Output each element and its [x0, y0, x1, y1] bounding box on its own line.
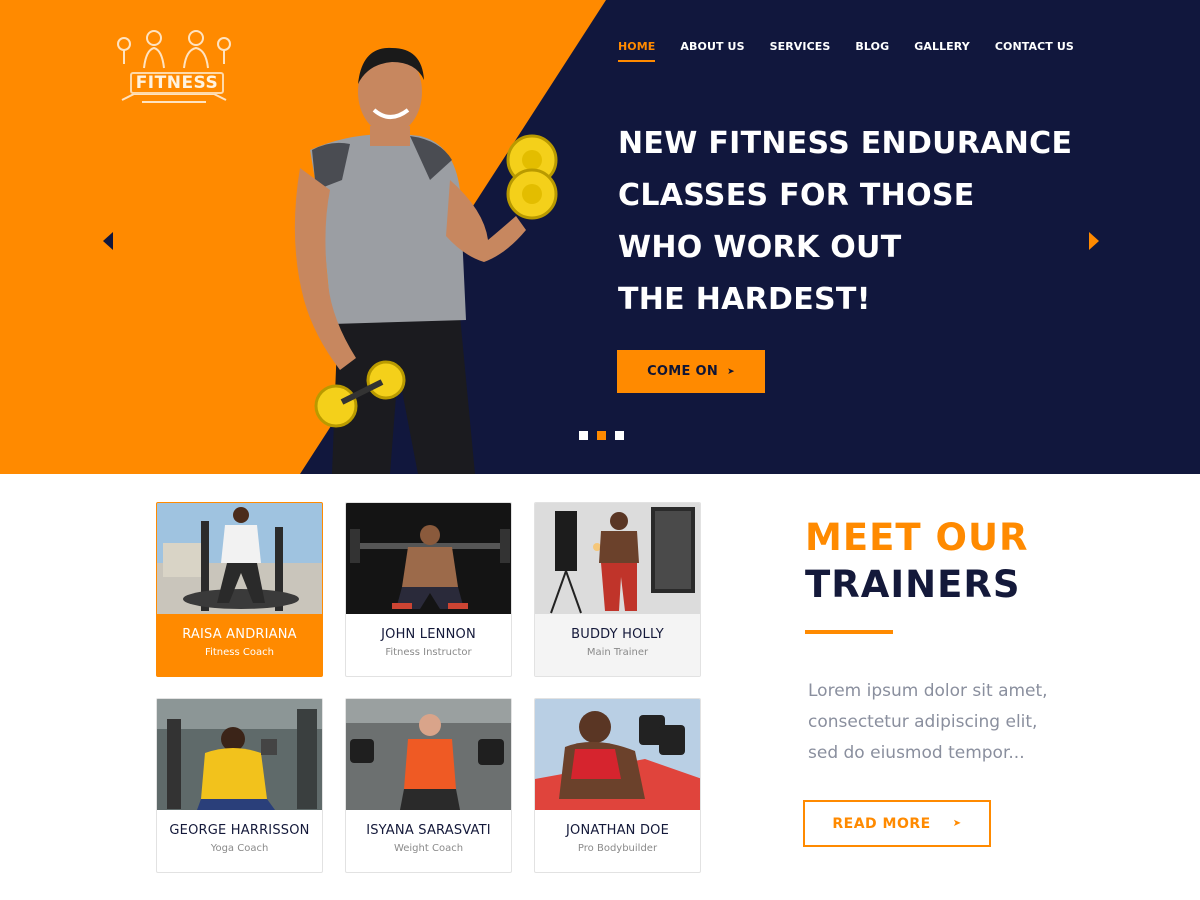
hero-headline-line: THE HARDEST!: [618, 282, 871, 317]
slider-dot-1[interactable]: [579, 431, 588, 440]
nav-contact-us[interactable]: CONTACT US: [995, 40, 1074, 62]
trainer-photo: [535, 699, 700, 810]
hero-headline: NEW FITNESS ENDURANCE CLASSES FOR THOSE …: [618, 118, 1178, 326]
trainer-name: GEORGE HARRISSON: [169, 823, 310, 838]
trainer-role: Fitness Coach: [205, 647, 274, 658]
trainer-role: Fitness Instructor: [385, 647, 472, 658]
section-description-line: Lorem ipsum dolor sit amet,: [808, 681, 1048, 701]
slider-next-icon[interactable]: [1089, 232, 1099, 250]
hero-trainer-image: [294, 47, 558, 474]
arrow-right-icon: ➤: [952, 818, 962, 829]
main-nav: HOME ABOUT US SERVICES BLOG GALLERY CONT…: [618, 40, 1099, 62]
trainer-photo: [346, 503, 511, 614]
come-on-button[interactable]: COME ON ➤: [617, 350, 765, 393]
hero-headline-line: NEW FITNESS ENDURANCE: [618, 126, 1073, 161]
trainer-card[interactable]: ISYANA SARASVATI Weight Coach: [345, 698, 512, 873]
nav-about-us[interactable]: ABOUT US: [680, 40, 744, 62]
come-on-label: COME ON: [647, 364, 719, 379]
trainer-role: Yoga Coach: [210, 843, 269, 854]
trainer-photo: [157, 699, 322, 810]
trainer-role: Weight Coach: [393, 843, 464, 854]
trainer-name: JOHN LENNON: [381, 627, 476, 642]
site-logo[interactable]: FITNESS: [112, 24, 236, 106]
slider-dots: [579, 431, 633, 440]
trainer-card[interactable]: BUDDY HOLLY Main Trainer: [534, 502, 701, 677]
section-description: Lorem ipsum dolor sit amet, consectetur …: [808, 676, 1068, 769]
hero-slider: FITNESS HOME ABOUT US SERVICES BLOG GALL…: [0, 0, 1200, 474]
trainer-card[interactable]: RAISA ANDRIANA Fitness Coach: [156, 502, 323, 677]
trainer-name: JONATHAN DOE: [566, 823, 669, 838]
nav-gallery[interactable]: GALLERY: [914, 40, 970, 62]
slider-dot-2[interactable]: [597, 431, 606, 440]
trainer-photo: [157, 503, 322, 614]
read-more-button[interactable]: READ MORE ➤: [803, 800, 991, 847]
slider-dot-3[interactable]: [615, 431, 624, 440]
section-divider: [805, 630, 893, 634]
nav-home[interactable]: HOME: [618, 40, 656, 62]
logo-text: FITNESS: [130, 72, 224, 94]
section-description-line: consectetur adipiscing elit,: [808, 712, 1038, 732]
trainer-card[interactable]: JONATHAN DOE Pro Bodybuilder: [534, 698, 701, 873]
trainer-name: BUDDY HOLLY: [571, 627, 664, 642]
section-title-accent: MEET OUR: [805, 516, 1029, 559]
trainer-photo: [535, 503, 700, 614]
trainer-photo: [346, 699, 511, 810]
trainer-name: RAISA ANDRIANA: [182, 627, 297, 642]
trainer-card[interactable]: JOHN LENNON Fitness Instructor: [345, 502, 512, 677]
trainer-role: Pro Bodybuilder: [577, 843, 658, 854]
nav-services[interactable]: SERVICES: [770, 40, 831, 62]
section-title: TRAINERS: [805, 563, 1021, 606]
section-description-line: sed do eiusmod tempor...: [808, 743, 1025, 763]
nav-blog[interactable]: BLOG: [855, 40, 889, 62]
arrow-right-icon: ➤: [727, 366, 735, 377]
trainer-name: ISYANA SARASVATI: [366, 823, 491, 838]
trainer-card[interactable]: GEORGE HARRISSON Yoga Coach: [156, 698, 323, 873]
slider-prev-icon[interactable]: [103, 232, 113, 250]
trainer-role: Main Trainer: [586, 647, 649, 658]
hero-headline-line: CLASSES FOR THOSE: [618, 178, 975, 213]
read-more-label: READ MORE: [832, 815, 931, 832]
